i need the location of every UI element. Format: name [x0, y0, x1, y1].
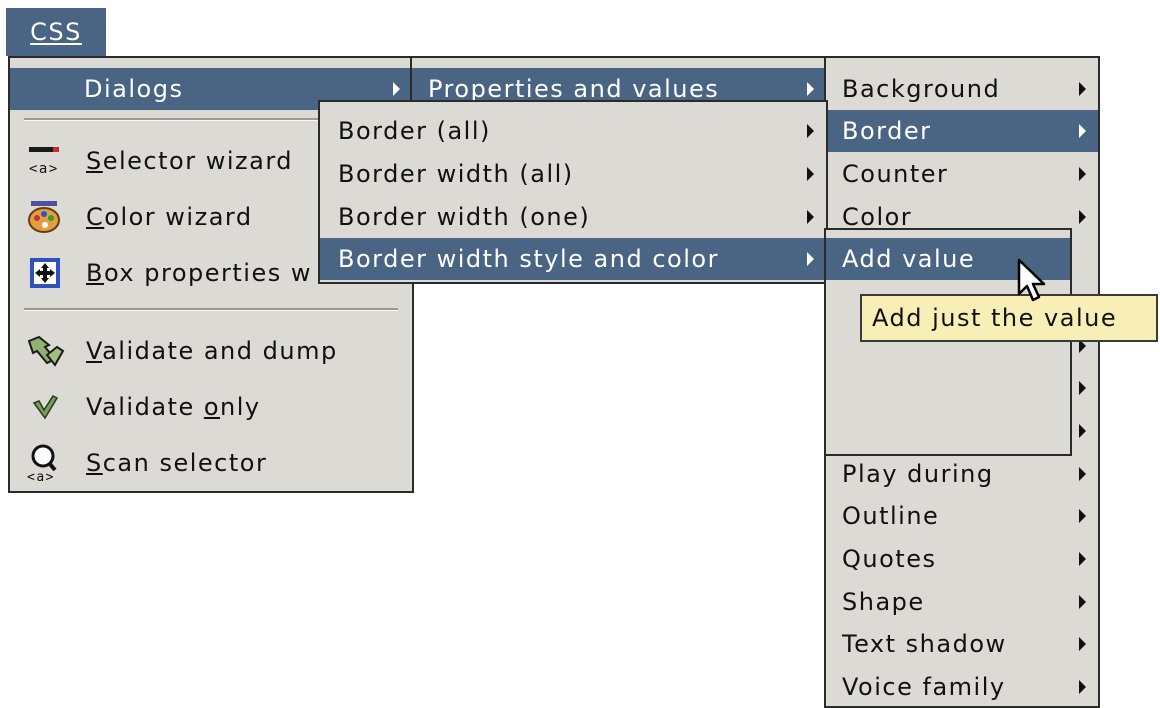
submenu-arrow-icon — [1079, 637, 1086, 651]
validate-only-label: Validate only — [86, 393, 261, 421]
border-width-all-label: Border width (all) — [338, 160, 574, 188]
scan-selector-icon: <a> — [24, 442, 66, 484]
svg-text:<a>: <a> — [29, 161, 59, 177]
menu-item-border-all[interactable]: Border (all) — [320, 110, 826, 152]
submenu-arrow-icon — [1079, 210, 1086, 224]
css-menu-label: CSS — [30, 18, 82, 46]
svg-text:<a>: <a> — [27, 470, 55, 483]
voice-family-label: Voice family — [842, 673, 1006, 701]
menu-item-play-during[interactable]: Play during — [826, 453, 1098, 495]
checkmark-icon — [24, 386, 66, 428]
menu-item-voice-family[interactable]: Voice family — [826, 666, 1098, 708]
border-all-label: Border (all) — [338, 117, 491, 145]
submenu-arrow-icon — [1079, 552, 1086, 566]
submenu-arrow-icon — [1079, 467, 1086, 481]
menu-item-background[interactable]: Background — [826, 68, 1098, 110]
submenu-arrow-icon — [807, 124, 814, 138]
counter-label: Counter — [842, 160, 949, 188]
menu-item-text-shadow[interactable]: Text shadow — [826, 623, 1098, 665]
mouse-pointer-icon — [1017, 258, 1046, 302]
menu-item-validate-only[interactable]: Validate only — [10, 386, 412, 428]
properties-and-values-label: Properties and values — [428, 75, 720, 103]
menu-item-border-width-all[interactable]: Border width (all) — [320, 153, 826, 195]
color-palette-icon — [24, 196, 66, 238]
submenu-arrow-icon — [1079, 595, 1086, 609]
submenu-arrow-icon — [1079, 82, 1086, 96]
box-properties-icon — [24, 252, 66, 294]
shape-label: Shape — [842, 588, 925, 616]
menu-separator — [24, 308, 398, 311]
color-label: Color — [842, 203, 913, 231]
menu-item-scan-selector[interactable]: <a> Scan selector — [10, 442, 412, 484]
menu-item-validate-and-dump[interactable]: Validate and dump — [10, 330, 412, 372]
submenu-arrow-icon — [1079, 680, 1086, 694]
border-width-one-label: Border width (one) — [338, 203, 591, 231]
submenu-arrow-icon — [1079, 381, 1086, 395]
validate-dump-icon — [24, 330, 66, 372]
quotes-label: Quotes — [842, 545, 937, 573]
submenu-arrow-icon — [1079, 509, 1086, 523]
validate-and-dump-label: Validate and dump — [86, 337, 338, 365]
menu-item-quotes[interactable]: Quotes — [826, 538, 1098, 580]
submenu-arrow-icon — [393, 82, 400, 96]
menu-item-outline[interactable]: Outline — [826, 495, 1098, 537]
css-menu-button[interactable]: CSS — [6, 8, 106, 56]
menu-item-border-width-one[interactable]: Border width (one) — [320, 196, 826, 238]
background-label: Background — [842, 75, 1001, 103]
scan-selector-label: Scan selector — [86, 449, 268, 477]
submenu-arrow-icon — [807, 82, 814, 96]
border-width-style-color-label: Border width style and color — [338, 245, 719, 273]
submenu-arrow-icon — [1079, 424, 1086, 438]
selector-wizard-icon: <a> — [24, 140, 66, 182]
add-value-label: Add value — [842, 245, 976, 273]
submenu-arrow-icon — [807, 252, 814, 266]
menu-item-counter[interactable]: Counter — [826, 153, 1098, 195]
border-submenu: Border (all) Border width (all) Border w… — [318, 100, 828, 284]
color-wizard-label: Color wizard — [86, 203, 253, 231]
menu-item-border-width-style-color[interactable]: Border width style and color — [320, 238, 826, 280]
menu-item-shape[interactable]: Shape — [826, 581, 1098, 623]
menu-item-border[interactable]: Border — [826, 110, 1098, 152]
submenu-arrow-icon — [807, 210, 814, 224]
menu-item-dialogs-label: Dialogs — [84, 75, 184, 103]
play-during-label: Play during — [842, 460, 994, 488]
tooltip-text: Add just the value — [872, 304, 1118, 332]
selector-wizard-label: Selector wizard — [86, 147, 293, 175]
tooltip: Add just the value — [860, 294, 1158, 342]
text-shadow-label: Text shadow — [842, 630, 1007, 658]
submenu-arrow-icon — [1079, 124, 1086, 138]
outline-label: Outline — [842, 502, 940, 530]
border-label: Border — [842, 117, 932, 145]
box-properties-label: Box properties w — [86, 259, 312, 287]
submenu-arrow-icon — [1079, 167, 1086, 181]
submenu-arrow-icon — [807, 167, 814, 181]
